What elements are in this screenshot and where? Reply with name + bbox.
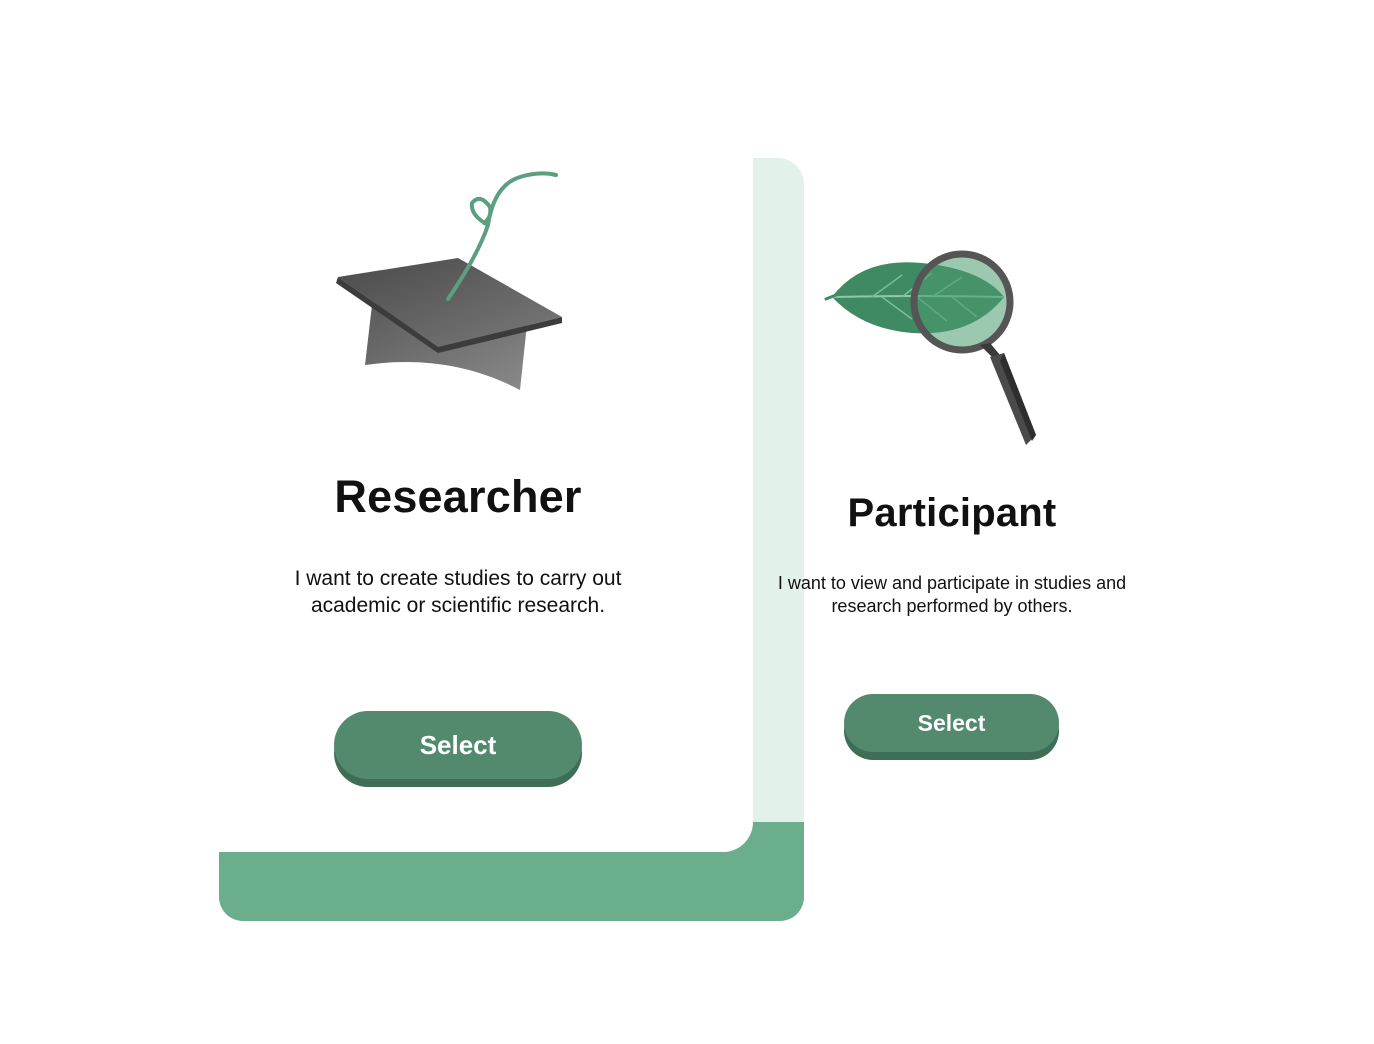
researcher-description: I want to create studies to carry out ac…	[294, 567, 622, 617]
participant-select-button[interactable]: Select	[844, 694, 1059, 752]
participant-description: I want to view and participate in studie…	[777, 573, 1127, 616]
researcher-select-button[interactable]: Select	[334, 711, 582, 779]
graduation-cap-icon	[336, 171, 562, 390]
participant-title: Participant	[847, 491, 1057, 535]
leaf-magnifier-icon	[824, 250, 1036, 445]
role-selection-screen: Researcher I want to create studies to c…	[0, 0, 1374, 1044]
researcher-title: Researcher	[334, 471, 582, 522]
